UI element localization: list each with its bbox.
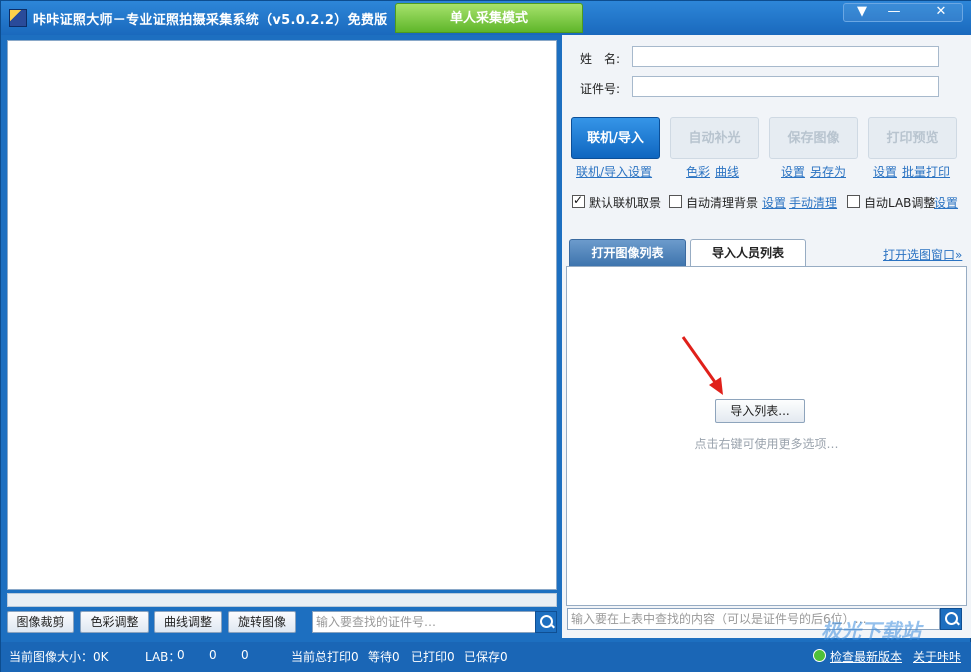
save-image-button[interactable]: 保存图像 — [769, 117, 858, 159]
person-list-area[interactable]: 导入列表... 点击右键可使用更多选项… — [566, 266, 967, 606]
lab-value-b: 0 — [241, 648, 249, 662]
horizontal-scrollbar[interactable] — [7, 593, 557, 607]
title-bar: 咔咔证照大师－专业证照拍摄采集系统（v5.0.2.2）免费版 单人采集模式 ▼ … — [1, 1, 971, 35]
watermark-text: 极光下载站 — [821, 619, 921, 643]
save-as-link[interactable]: 另存为 — [810, 163, 846, 180]
tab-open-image-list[interactable]: 打开图像列表 — [569, 239, 686, 267]
auto-lab-label: 自动LAB调整 — [864, 196, 936, 210]
auto-fill-light-button[interactable]: 自动补光 — [670, 117, 759, 159]
app-logo-icon — [9, 9, 27, 27]
image-preview-area[interactable] — [7, 40, 557, 590]
waiting-status: 等待0 — [368, 650, 400, 664]
id-number-input[interactable] — [632, 76, 939, 97]
window-title: 咔咔证照大师－专业证照拍摄采集系统（v5.0.2.2）免费版 — [33, 13, 388, 28]
manual-clear-link[interactable]: 手动清理 — [789, 194, 837, 211]
right-panel: 姓 名: 证件号: 联机/导入 自动补光 保存图像 打印预览 联机/导入设置 色… — [562, 35, 971, 638]
image-size-status: 当前图像大小：0K — [9, 650, 109, 664]
lab-value-a: 0 — [209, 648, 217, 662]
total-print-status: 当前总打印0 — [291, 650, 359, 664]
about-link[interactable]: 关于咔咔 — [913, 648, 961, 665]
connect-settings-link[interactable]: 联机/导入设置 — [576, 163, 652, 180]
name-label: 姓 名: — [580, 52, 621, 66]
name-input[interactable] — [632, 46, 939, 67]
auto-lab-checkbox[interactable] — [847, 195, 860, 208]
open-select-window-link[interactable]: 打开选图窗口» — [883, 246, 962, 263]
crop-image-button[interactable]: 图像裁剪 — [7, 611, 74, 633]
color-link[interactable]: 色彩 — [686, 163, 710, 180]
curve-link[interactable]: 曲线 — [715, 163, 739, 180]
auto-clear-bg-label: 自动清理背景 — [686, 196, 759, 210]
default-capture-label: 默认联机取景 — [589, 196, 662, 210]
list-search-icon[interactable] — [940, 608, 962, 630]
curve-adjust-button[interactable]: 曲线调整 — [154, 611, 222, 633]
close-icon[interactable]: ✕ — [926, 4, 956, 21]
import-list-button[interactable]: 导入列表... — [715, 399, 805, 423]
single-capture-mode-tab[interactable]: 单人采集模式 — [395, 3, 583, 33]
tab-import-person-list[interactable]: 导入人员列表 — [690, 239, 806, 268]
connect-import-button[interactable]: 联机/导入 — [571, 117, 660, 159]
lab-settings-link[interactable]: 设置 — [934, 194, 958, 211]
batch-print-link[interactable]: 批量打印 — [902, 163, 950, 180]
save-settings-link[interactable]: 设置 — [781, 163, 805, 180]
minimize-icon[interactable]: — — [881, 4, 907, 21]
search-icon[interactable] — [535, 611, 557, 633]
id-number-label: 证件号: — [580, 82, 621, 96]
print-settings-link[interactable]: 设置 — [873, 163, 897, 180]
check-update-link[interactable]: 检查最新版本 — [830, 648, 902, 665]
update-icon — [813, 649, 826, 662]
app-window: 咔咔证照大师－专业证照拍摄采集系统（v5.0.2.2）免费版 单人采集模式 ▼ … — [0, 0, 971, 672]
printed-status: 已打印0 — [411, 650, 455, 664]
rotate-image-button[interactable]: 旋转图像 — [228, 611, 296, 633]
auto-clear-bg-checkbox[interactable] — [669, 195, 682, 208]
id-search-input[interactable]: 输入要查找的证件号… — [312, 611, 536, 633]
lab-label: LAB： — [145, 650, 181, 664]
default-capture-checkbox[interactable] — [572, 193, 585, 208]
print-preview-button[interactable]: 打印预览 — [868, 117, 957, 159]
red-arrow-annotation — [681, 336, 723, 395]
status-bar: 当前图像大小：0K LAB： 0 0 0 当前总打印0 等待0 已打印0 已保存… — [1, 642, 971, 672]
clear-settings-link[interactable]: 设置 — [762, 194, 786, 211]
menu-dropdown-icon[interactable]: ▼ — [849, 4, 875, 21]
right-click-hint: 点击右键可使用更多选项… — [694, 437, 839, 451]
color-adjust-button[interactable]: 色彩调整 — [80, 611, 149, 633]
saved-status: 已保存0 — [464, 650, 508, 664]
lab-value-l: 0 — [177, 648, 185, 662]
